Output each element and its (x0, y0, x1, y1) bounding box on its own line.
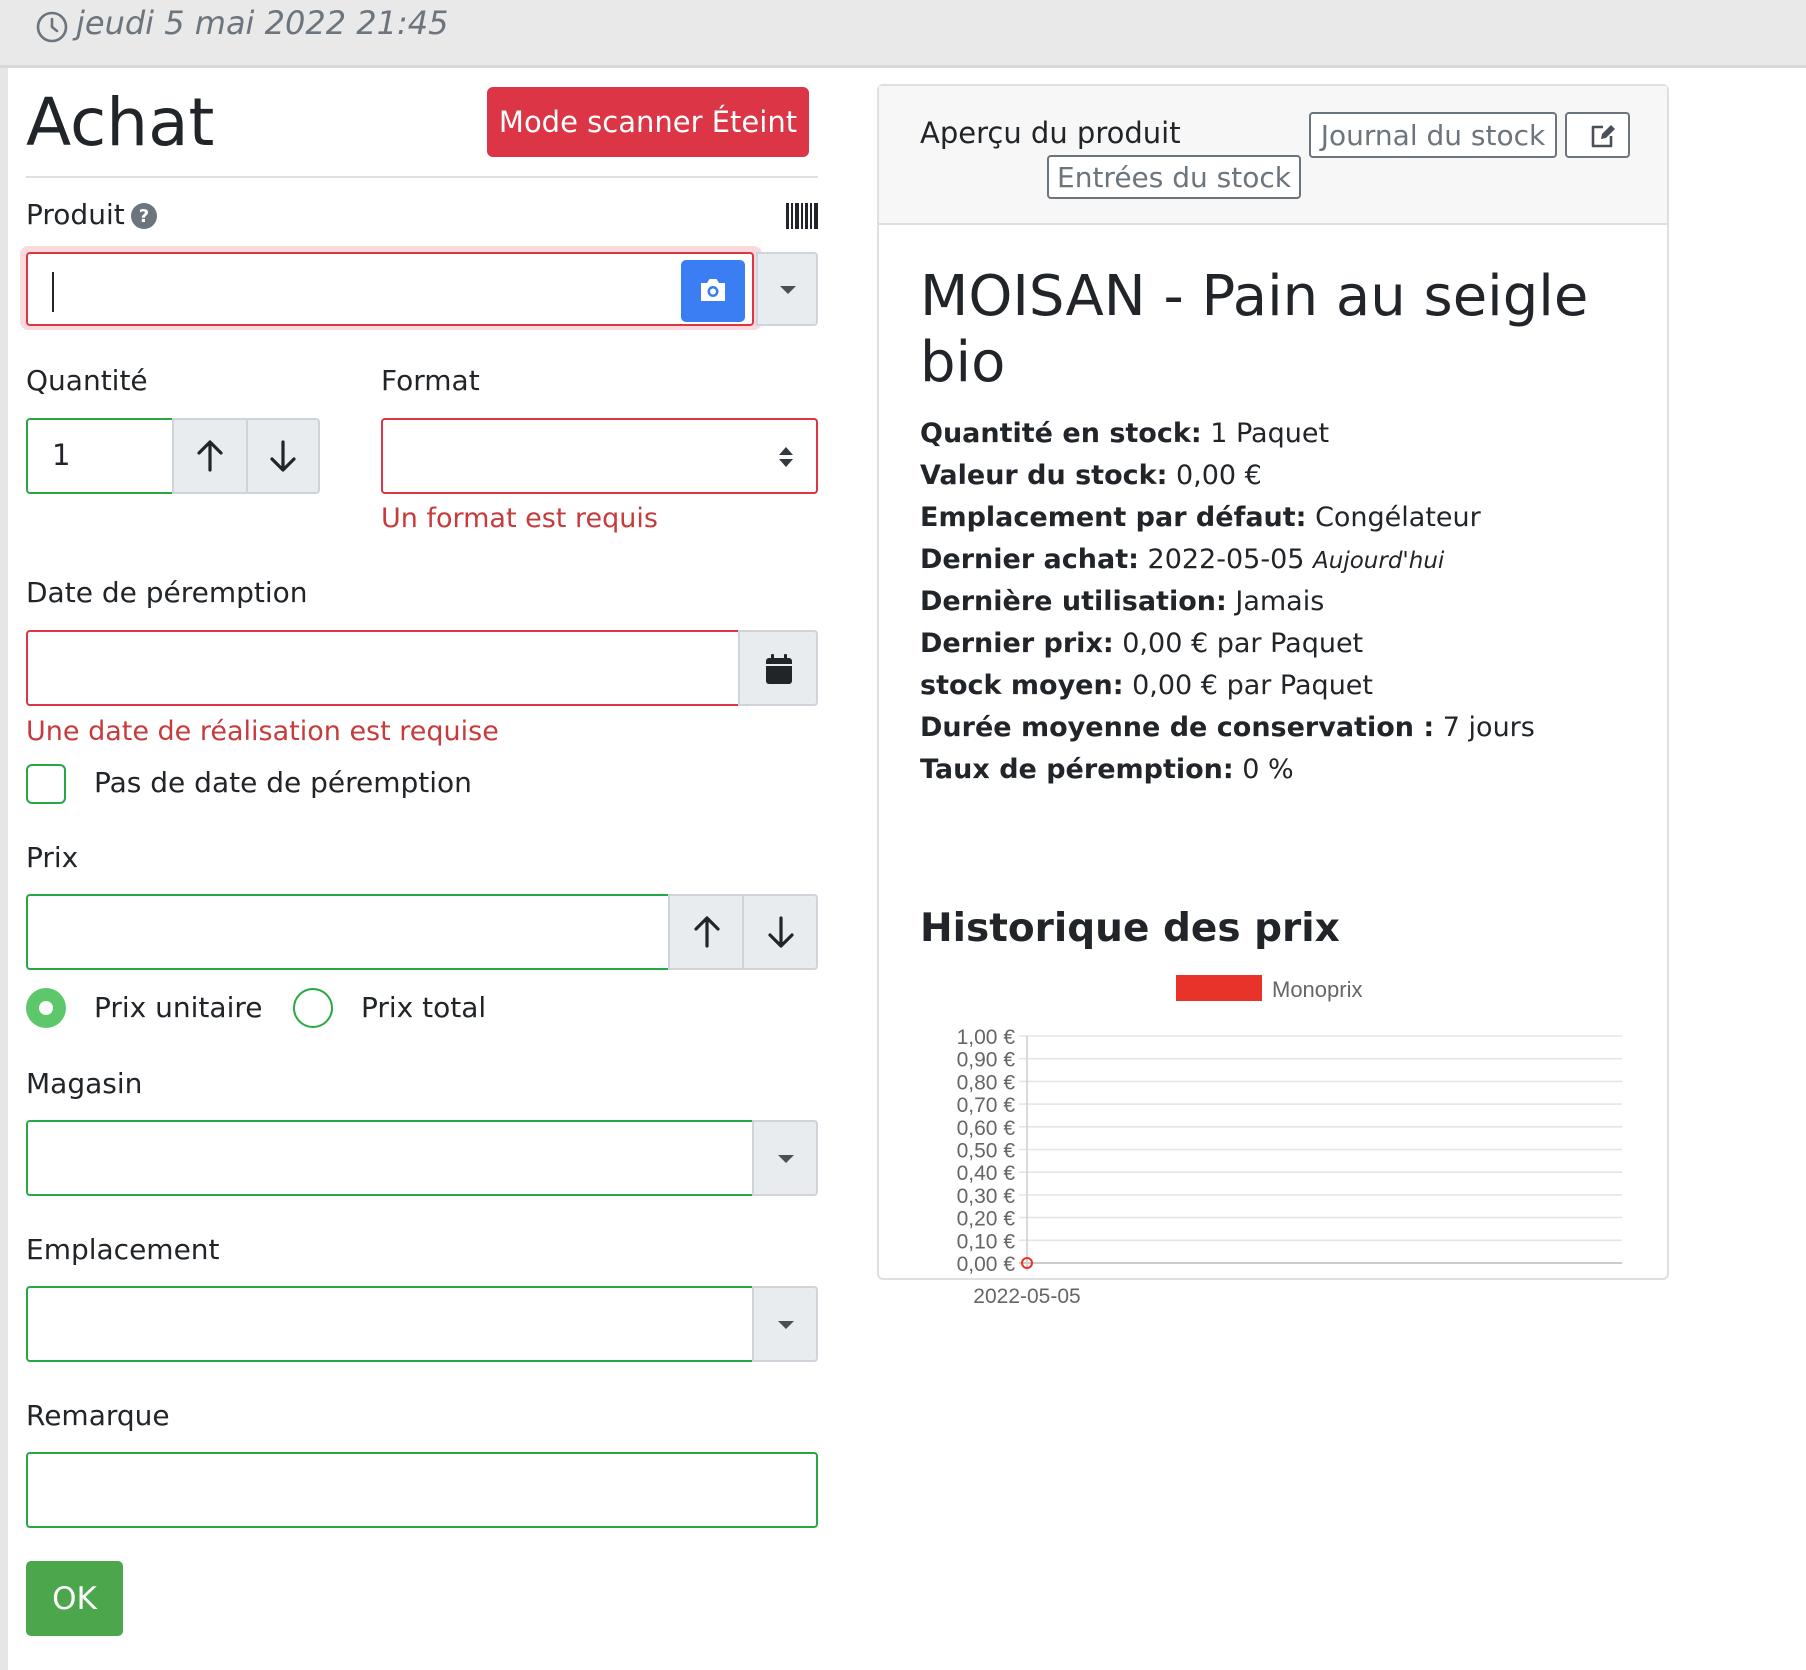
best-before-label: Date de péremption (26, 576, 308, 609)
current-datetime: jeudi 5 mai 2022 21:45 (76, 4, 449, 42)
price-increase-button[interactable] (668, 894, 744, 970)
info-last-used: Dernière utilisation: Jamais (920, 586, 1325, 617)
format-error: Un format est requis (381, 503, 658, 534)
price-decrease-button[interactable] (742, 894, 818, 970)
total-price-radio[interactable] (293, 988, 333, 1028)
store-label: Magasin (26, 1067, 143, 1100)
info-last-purchased: Dernier achat: 2022-05-05 Aujourd'hui (920, 544, 1445, 575)
submit-button[interactable]: OK (26, 1561, 123, 1636)
info-stock-amount: Quantité en stock: 1 Paquet (920, 418, 1330, 449)
edit-product-button[interactable] (1565, 112, 1630, 158)
sidebar-edge (0, 68, 8, 1670)
select-arrows-icon (779, 447, 793, 467)
info-default-location: Emplacement par défaut: Congélateur (920, 502, 1481, 533)
card-header: Aperçu du produit Journal du stock Entré… (879, 86, 1667, 225)
stock-entries-button[interactable]: Entrées du stock (1047, 155, 1301, 199)
y-tick-label: 0,30 € (957, 1185, 1016, 1208)
page-title: Achat (26, 84, 215, 161)
text-cursor (52, 272, 54, 312)
quantity-decrease-button[interactable] (246, 418, 320, 494)
x-tick-label: 2022-05-05 (973, 1285, 1080, 1308)
arrow-down-icon (270, 440, 296, 472)
total-price-label[interactable]: Prix total (361, 991, 486, 1024)
scanner-mode-button[interactable]: Mode scanner Éteint (487, 87, 809, 157)
info-spoil-rate: Taux de péremption: 0 % (920, 754, 1294, 785)
barcode-icon[interactable] (786, 203, 818, 229)
clock-icon (36, 11, 68, 43)
help-icon[interactable]: ? (130, 202, 158, 230)
arrow-down-icon (768, 916, 794, 948)
price-input[interactable] (26, 894, 670, 970)
unit-price-radio[interactable] (26, 988, 66, 1028)
calendar-icon (766, 654, 792, 684)
camera-icon (701, 279, 725, 301)
format-select[interactable] (381, 418, 818, 494)
product-label: Produit (26, 198, 125, 231)
legend-label: Monoprix (1272, 977, 1362, 1002)
y-tick-label: 1,00 € (957, 1026, 1016, 1049)
info-last-price: Dernier prix: 0,00 € par Paquet (920, 628, 1364, 659)
best-before-error: Une date de réalisation est requise (26, 716, 499, 747)
store-input[interactable] (26, 1120, 754, 1196)
quantity-input[interactable] (26, 418, 174, 494)
svg-text:?: ? (139, 206, 149, 227)
camera-scan-button[interactable] (681, 260, 745, 322)
location-input[interactable] (26, 1286, 754, 1362)
info-average-price: stock moyen: 0,00 € par Paquet (920, 670, 1373, 701)
title-divider (26, 176, 818, 178)
legend-swatch (1176, 975, 1262, 1001)
stock-journal-button[interactable]: Journal du stock (1309, 112, 1557, 158)
y-tick-label: 0,40 € (957, 1162, 1016, 1185)
chevron-down-icon (780, 286, 796, 294)
y-tick-label: 0,90 € (957, 1049, 1016, 1072)
card-header-label: Aperçu du produit (920, 116, 1181, 150)
price-history-chart: Monoprix1,00 €0,90 €0,80 €0,70 €0,60 €0,… (957, 975, 1622, 1308)
date-picker-button[interactable] (738, 630, 818, 706)
quantity-value: 1 (52, 438, 71, 472)
price-history-title: Historique des prix (920, 906, 1340, 951)
unit-price-label[interactable]: Prix unitaire (94, 991, 262, 1024)
y-tick-label: 0,50 € (957, 1140, 1016, 1163)
arrow-up-icon (197, 440, 223, 472)
y-tick-label: 0,70 € (957, 1094, 1016, 1117)
product-dropdown-toggle[interactable] (756, 252, 818, 326)
y-tick-label: 0,00 € (957, 1253, 1016, 1276)
note-label: Remarque (26, 1399, 170, 1432)
info-stock-value: Valeur du stock: 0,00 € (920, 460, 1262, 491)
quantity-increase-button[interactable] (172, 418, 248, 494)
no-best-before-label[interactable]: Pas de date de péremption (94, 766, 472, 799)
location-label: Emplacement (26, 1233, 220, 1266)
arrow-up-icon (694, 916, 720, 948)
quantity-label: Quantité (26, 364, 148, 397)
product-name: MOISAN - Pain au seigle bio (920, 264, 1589, 395)
note-input[interactable] (26, 1452, 818, 1528)
product-input[interactable] (26, 252, 754, 326)
store-dropdown-toggle[interactable] (752, 1120, 818, 1196)
y-tick-label: 0,10 € (957, 1230, 1016, 1253)
price-label: Prix (26, 841, 79, 874)
best-before-input[interactable] (26, 630, 740, 706)
chevron-down-icon (778, 1321, 794, 1329)
no-best-before-checkbox[interactable] (26, 764, 66, 804)
y-tick-label: 0,80 € (957, 1071, 1016, 1094)
y-tick-label: 0,60 € (957, 1117, 1016, 1140)
location-dropdown-toggle[interactable] (752, 1286, 818, 1362)
format-label: Format (381, 364, 480, 397)
product-card: Aperçu du produit Journal du stock Entré… (877, 84, 1669, 1308)
info-average-shelf-life: Durée moyenne de conservation : 7 jours (920, 712, 1535, 743)
y-tick-label: 0,20 € (957, 1208, 1016, 1231)
edit-icon (1591, 125, 1615, 148)
top-bar: jeudi 5 mai 2022 21:45 (0, 0, 1806, 68)
chevron-down-icon (778, 1155, 794, 1163)
